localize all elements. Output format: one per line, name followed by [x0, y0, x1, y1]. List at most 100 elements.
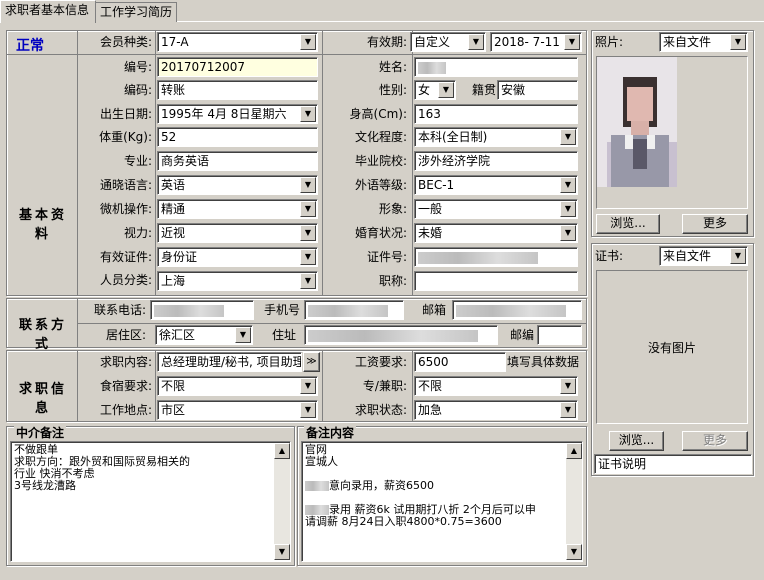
chevron-down-icon[interactable]: ▼: [730, 34, 746, 50]
scroll-down-icon[interactable]: ▼: [274, 544, 290, 560]
job-state-label: 求职状态:: [354, 403, 407, 417]
mobile-field[interactable]: [304, 300, 404, 320]
email-label: 邮箱: [421, 303, 446, 317]
number-field[interactable]: 20170712007: [157, 57, 318, 77]
district-select[interactable]: 徐汇区 ▼: [155, 325, 253, 345]
chevron-down-icon[interactable]: ▼: [300, 106, 316, 122]
title-field[interactable]: [414, 271, 578, 291]
address-label: 住址: [271, 328, 296, 342]
vision-select[interactable]: 近视 ▼: [157, 223, 318, 243]
photo-more-button[interactable]: 更多: [682, 214, 748, 234]
validity-type-select[interactable]: 自定义 ▼: [410, 32, 486, 52]
id-no-label: 证件号:: [366, 250, 407, 264]
location-select[interactable]: 市区 ▼: [157, 400, 318, 420]
lodging-select[interactable]: 不限 ▼: [157, 376, 318, 396]
chevron-down-icon[interactable]: ▼: [560, 201, 576, 217]
chevron-down-icon[interactable]: ▼: [468, 34, 484, 50]
language-select[interactable]: 英语 ▼: [157, 175, 318, 195]
chevron-down-icon[interactable]: ▼: [560, 129, 576, 145]
chevron-down-icon[interactable]: ▼: [300, 201, 316, 217]
section-job: 求职信息: [18, 382, 67, 416]
lodging-label: 食宿要求:: [99, 379, 152, 393]
name-field[interactable]: [414, 57, 578, 77]
agency-note-title: 中介备注: [14, 426, 67, 440]
cert-more-button: 更多: [682, 431, 748, 451]
mobile-label: 手机号: [263, 303, 300, 317]
chevron-down-icon[interactable]: ▼: [730, 248, 746, 264]
district-label: 居住区:: [105, 328, 146, 342]
agency-note-textarea[interactable]: 不做跟单 求职方向：跟外贸和国际贸易相关的 行业 快消不考虑 3号线龙漕路 ▲ …: [10, 441, 291, 562]
cert-browse-button[interactable]: 浏览...: [609, 431, 664, 451]
salary-field[interactable]: 6500: [414, 352, 506, 372]
chevron-down-icon[interactable]: ▼: [300, 34, 316, 50]
validity-date-picker[interactable]: 2018- 7-11 ▼: [490, 32, 582, 52]
member-type-label: 会员种类:: [99, 35, 152, 49]
gender-select[interactable]: 女 ▼: [414, 80, 456, 100]
chevron-down-icon[interactable]: ▼: [300, 378, 316, 394]
education-label: 文化程度:: [354, 130, 407, 144]
photo-browse-button[interactable]: 浏览...: [596, 214, 660, 234]
school-field[interactable]: 涉外经济学院: [414, 151, 578, 171]
vision-label: 视力:: [123, 226, 152, 240]
birth-date-picker[interactable]: 1995年 4月 8日星期六 ▼: [157, 104, 318, 124]
marital-select[interactable]: 未婚 ▼: [414, 223, 578, 243]
status-label: 正常: [16, 38, 44, 54]
id-doc-select[interactable]: 身份证 ▼: [157, 247, 318, 267]
chevron-down-icon[interactable]: ▼: [560, 177, 576, 193]
chevron-down-icon[interactable]: ▼: [560, 225, 576, 241]
cert-source-select[interactable]: 来自文件 ▼: [659, 246, 748, 266]
remark-textarea[interactable]: 官网 宣城人 意向录用，薪资6500 录用 薪资6k 试用期打八折 2个月后可以…: [301, 441, 583, 562]
category-label: 人员分类:: [99, 273, 152, 287]
chevron-down-icon[interactable]: ▼: [300, 402, 316, 418]
image-label: 形象:: [378, 202, 407, 216]
name-label: 姓名:: [378, 60, 407, 74]
education-select[interactable]: 本科(全日制) ▼: [414, 127, 578, 147]
phone-field[interactable]: [150, 300, 254, 320]
chevron-down-icon[interactable]: ▼: [300, 225, 316, 241]
birth-label: 出生日期:: [99, 107, 152, 121]
address-field[interactable]: [304, 325, 498, 345]
weight-field[interactable]: 52: [157, 127, 318, 147]
tab-basic-info[interactable]: 求职者基本信息: [0, 0, 96, 23]
cert-description-field[interactable]: 证书说明: [594, 454, 752, 474]
native-field[interactable]: 安徽: [497, 80, 578, 100]
height-field[interactable]: 163: [414, 104, 578, 124]
job-content-field[interactable]: 总经理助理/秘书, 项目助理: [157, 352, 302, 372]
chevron-down-icon[interactable]: ▼: [560, 378, 576, 394]
chevron-down-icon[interactable]: ▼: [560, 402, 576, 418]
validity-label: 有效期:: [366, 35, 407, 49]
parttime-label: 专/兼职:: [362, 379, 407, 393]
scrollbar[interactable]: ▲ ▼: [274, 443, 290, 560]
chevron-down-icon[interactable]: ▼: [235, 327, 251, 343]
code-field[interactable]: 转账: [157, 80, 318, 100]
marital-label: 婚育状况:: [354, 226, 407, 240]
job-content-expand-button[interactable]: ≫: [303, 352, 320, 372]
lang-level-select[interactable]: BEC-1 ▼: [414, 175, 578, 195]
zip-field[interactable]: [537, 325, 582, 345]
email-field[interactable]: [452, 300, 582, 320]
photo-source-select[interactable]: 来自文件 ▼: [659, 32, 748, 52]
scrollbar[interactable]: ▲ ▼: [566, 443, 582, 560]
scroll-up-icon[interactable]: ▲: [566, 443, 582, 459]
id-no-field[interactable]: [414, 247, 578, 267]
member-type-select[interactable]: 17-A ▼: [157, 32, 318, 52]
job-state-select[interactable]: 加急 ▼: [414, 400, 578, 420]
chevron-down-icon[interactable]: ▼: [300, 249, 316, 265]
computer-label: 微机操作:: [99, 202, 152, 216]
computer-select[interactable]: 精通 ▼: [157, 199, 318, 219]
parttime-select[interactable]: 不限 ▼: [414, 376, 578, 396]
scroll-up-icon[interactable]: ▲: [274, 443, 290, 459]
chevron-down-icon[interactable]: ▼: [300, 273, 316, 289]
remark-title: 备注内容: [304, 426, 357, 440]
job-content-label: 求职内容:: [99, 355, 152, 369]
category-select[interactable]: 上海 ▼: [157, 271, 318, 291]
no-image-text: 没有图片: [647, 341, 696, 355]
tab-work-history[interactable]: 工作学习简历: [95, 2, 177, 22]
major-field[interactable]: 商务英语: [157, 151, 318, 171]
chevron-down-icon[interactable]: ▼: [438, 82, 454, 98]
chevron-down-icon[interactable]: ▼: [564, 34, 580, 50]
language-label: 通晓语言:: [99, 178, 152, 192]
scroll-down-icon[interactable]: ▼: [566, 544, 582, 560]
chevron-down-icon[interactable]: ▼: [300, 177, 316, 193]
image-select[interactable]: 一般 ▼: [414, 199, 578, 219]
